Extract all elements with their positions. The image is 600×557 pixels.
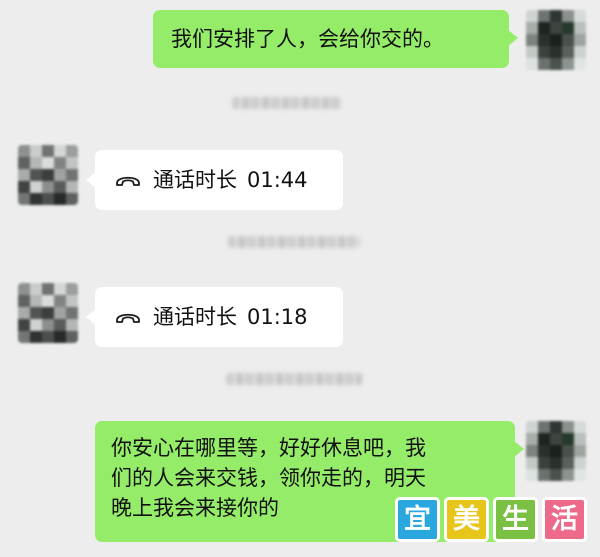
watermark-char: 宜 — [395, 497, 440, 542]
message-text-line: 们的人会来交钱，领你走的，明天 — [111, 466, 426, 490]
watermark-char: 生 — [493, 497, 538, 542]
message-text: 我们安排了人，会给你交的。 — [171, 27, 444, 51]
message-text-line: 你安心在哪里等，好好休息吧，我 — [111, 436, 426, 460]
timestamp-blurred — [226, 373, 362, 385]
phone-handset-icon — [116, 313, 140, 323]
outgoing-message[interactable]: 我们安排了人，会给你交的。 — [153, 10, 518, 68]
call-record-bubble[interactable]: 通话时长 01:18 — [86, 287, 343, 347]
timestamp-blurred — [228, 236, 360, 248]
call-duration-value: 01:44 — [247, 168, 308, 192]
chat-view: 我们安排了人，会给你交的。 通话时长 01:44 通话时长 01:18 你安心在… — [0, 0, 600, 557]
phone-handset-icon — [116, 176, 140, 186]
call-record-bubble[interactable]: 通话时长 01:44 — [86, 150, 343, 210]
contact-avatar[interactable] — [18, 283, 78, 343]
watermark-char: 活 — [542, 497, 587, 542]
timestamp-blurred — [232, 97, 342, 109]
call-duration-label: 通话时长 — [153, 305, 237, 329]
watermark-logo: 宜 美 生 活 — [395, 497, 595, 547]
contact-avatar[interactable] — [18, 145, 78, 205]
call-duration-label: 通话时长 — [153, 168, 237, 192]
call-duration-value: 01:18 — [247, 305, 308, 329]
self-avatar[interactable] — [526, 10, 586, 70]
self-avatar[interactable] — [526, 421, 586, 481]
watermark-char: 美 — [444, 497, 489, 542]
